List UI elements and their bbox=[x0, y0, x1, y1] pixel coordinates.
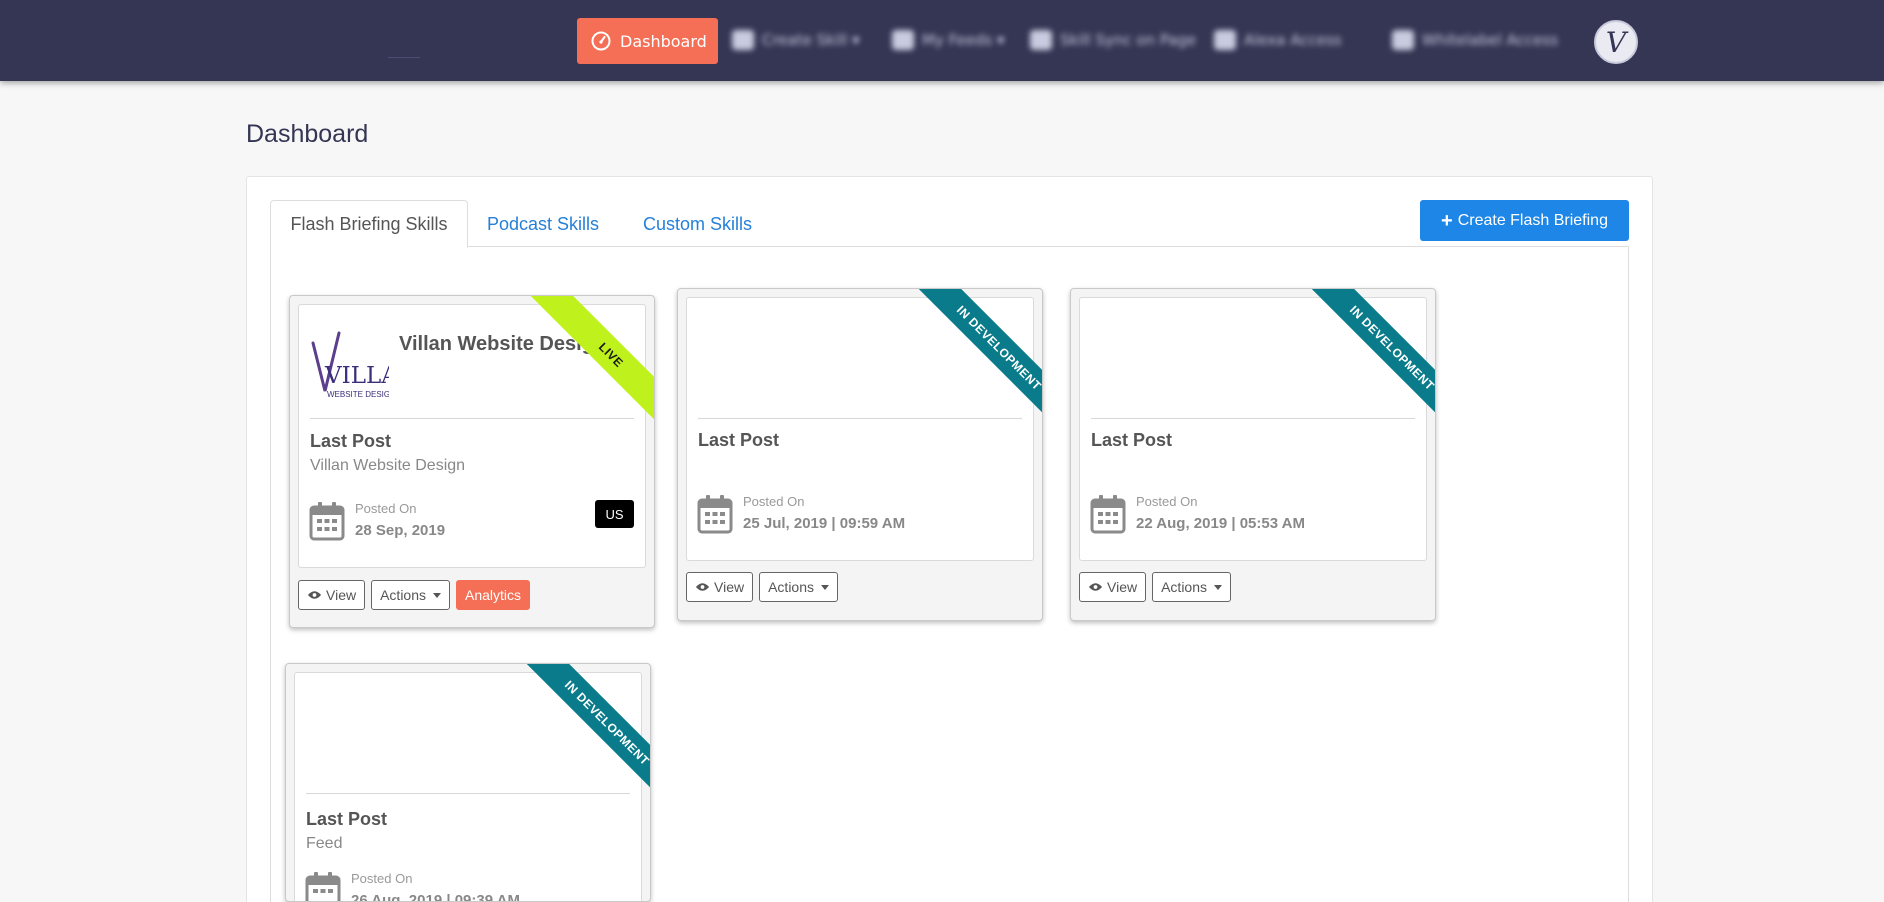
view-button[interactable]: View bbox=[1079, 572, 1147, 602]
eye-icon bbox=[307, 591, 322, 599]
calendar-icon bbox=[309, 502, 345, 541]
status-ribbon-label: IN DEVELOPMENT bbox=[1307, 289, 1435, 429]
skill-card: VILLAN WEBSITE DESIGN Villan Website Des… bbox=[289, 295, 655, 628]
caret-down-icon bbox=[433, 592, 442, 598]
last-post-subtitle: Feed bbox=[306, 835, 343, 852]
tab-flash-briefing-skills[interactable]: Flash Briefing Skills bbox=[270, 200, 468, 248]
create-flash-briefing-button[interactable]: + Create Flash Briefing bbox=[1420, 200, 1629, 241]
nav-dashboard-button[interactable]: Dashboard bbox=[577, 18, 718, 64]
villan-logo: VILLAN WEBSITE DESIGN bbox=[311, 331, 389, 399]
top-navbar: Dashboard Create Skill ▾ My Feeds ▾ Skil… bbox=[0, 0, 1884, 81]
card-actions: View Actions bbox=[686, 572, 839, 602]
skill-card: Last Post Posted On 25 Jul, 2019 | 09:59… bbox=[677, 288, 1043, 621]
posted-on-label: Posted On bbox=[351, 871, 413, 886]
last-post-title: Last Post bbox=[1091, 430, 1173, 450]
nav-item-my-feeds[interactable]: My Feeds ▾ bbox=[892, 27, 1005, 53]
nav-item-icon bbox=[892, 30, 914, 50]
actions-dropdown-button[interactable]: Actions bbox=[1152, 572, 1232, 602]
caret-down-icon bbox=[821, 584, 830, 590]
last-post-title: Last Post bbox=[310, 431, 392, 451]
tab-custom-skills[interactable]: Custom Skills bbox=[643, 200, 752, 248]
calendar-icon bbox=[1090, 495, 1126, 534]
caret-down-icon bbox=[1214, 584, 1223, 590]
status-ribbon: IN DEVELOPMENT bbox=[1295, 289, 1435, 429]
posted-on-date: 22 Aug, 2019 | 05:53 AM bbox=[1136, 515, 1305, 532]
status-ribbon: IN DEVELOPMENT bbox=[510, 664, 650, 804]
eye-icon bbox=[695, 583, 710, 591]
skill-card: Last Post Feed Posted On 26 Aug, 2019 | … bbox=[285, 663, 651, 902]
calendar-icon bbox=[697, 495, 733, 534]
posted-on-label: Posted On bbox=[743, 494, 805, 509]
nav-item-icon bbox=[1392, 30, 1414, 50]
page-title: Dashboard bbox=[246, 120, 369, 148]
nav-logo-underline bbox=[388, 57, 420, 58]
speedometer-icon bbox=[591, 31, 611, 51]
tab-podcast-skills[interactable]: Podcast Skills bbox=[487, 200, 599, 248]
posted-on-label: Posted On bbox=[1136, 494, 1198, 509]
nav-item-icon bbox=[1030, 30, 1052, 50]
user-avatar[interactable]: V bbox=[1594, 20, 1638, 64]
nav-item-alexa-access[interactable]: Alexa Access bbox=[1214, 27, 1342, 53]
view-button[interactable]: View bbox=[686, 572, 754, 602]
actions-dropdown-button[interactable]: Actions bbox=[759, 572, 839, 602]
status-ribbon: LIVE bbox=[514, 296, 654, 436]
card-actions: View Actions bbox=[1079, 572, 1232, 602]
actions-dropdown-button[interactable]: Actions bbox=[371, 580, 451, 610]
last-post-title: Last Post bbox=[698, 430, 780, 450]
nav-dashboard-label: Dashboard bbox=[620, 31, 707, 51]
nav-item-icon bbox=[1214, 30, 1236, 50]
skill-card: Last Post Posted On 22 Aug, 2019 | 05:53… bbox=[1070, 288, 1436, 621]
nav-item-whitelabel-access[interactable]: Whitelabel Access bbox=[1392, 27, 1558, 53]
posted-on-label: Posted On bbox=[355, 501, 417, 516]
status-ribbon-label: IN DEVELOPMENT bbox=[522, 664, 650, 804]
analytics-button[interactable]: Analytics bbox=[456, 580, 531, 610]
calendar-icon bbox=[305, 872, 341, 901]
card-actions: View Actions Analytics bbox=[298, 580, 531, 610]
logo-brand-text: VILLAN bbox=[324, 363, 389, 389]
plus-icon: + bbox=[1441, 209, 1453, 232]
posted-on-date: 28 Sep, 2019 bbox=[355, 522, 446, 539]
nav-item-skill-sync[interactable]: Skill Sync on Page bbox=[1030, 27, 1196, 53]
eye-icon bbox=[1088, 583, 1103, 591]
posted-on-date: 25 Jul, 2019 | 09:59 AM bbox=[743, 515, 906, 532]
last-post-subtitle: Villan Website Design bbox=[310, 457, 466, 474]
nav-item-create-skill[interactable]: Create Skill ▾ bbox=[732, 27, 860, 53]
status-ribbon-label: IN DEVELOPMENT bbox=[914, 289, 1042, 429]
logo-sub-text: WEBSITE DESIGN bbox=[327, 390, 389, 399]
posted-on-date: 26 Aug, 2019 | 09:39 AM bbox=[351, 892, 520, 902]
last-post-title: Last Post bbox=[306, 809, 388, 829]
country-badge: US bbox=[595, 500, 634, 528]
status-ribbon-label: LIVE bbox=[526, 296, 654, 436]
nav-item-icon bbox=[732, 30, 754, 50]
status-ribbon: IN DEVELOPMENT bbox=[902, 289, 1042, 429]
view-button[interactable]: View bbox=[298, 580, 366, 610]
